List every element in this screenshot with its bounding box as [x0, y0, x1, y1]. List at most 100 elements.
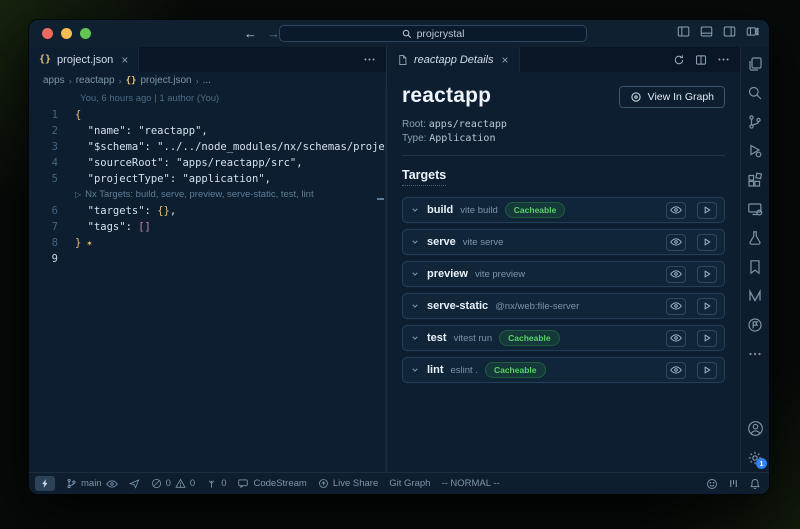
breadcrumb-item[interactable]: apps [43, 75, 65, 86]
breadcrumb-item[interactable]: ... [203, 75, 211, 86]
minimize-window-button[interactable] [61, 28, 72, 39]
target-row[interactable]: serve vite serve [402, 229, 725, 255]
target-row[interactable]: build vite build Cacheable [402, 197, 725, 223]
back-icon[interactable]: ← [244, 26, 257, 41]
maximize-window-button[interactable] [80, 28, 91, 39]
git-graph-label: Git Graph [389, 478, 430, 489]
codelens-text[interactable]: Nx Targets: build, serve, preview, serve… [85, 189, 313, 200]
accounts-icon[interactable] [747, 420, 764, 437]
code-line[interactable]: 2 "name": "reactapp", [29, 123, 385, 139]
run-codelens-icon[interactable]: ▷ [75, 190, 81, 199]
eye-icon [670, 205, 682, 215]
branch-icon [66, 478, 77, 489]
code-line[interactable]: 6 "targets": {}, [29, 203, 385, 219]
code-editor[interactable]: You, 6 hours ago | 1 author (You)1{2 "na… [29, 89, 386, 472]
source-control-icon[interactable] [747, 114, 763, 130]
remote-indicator[interactable] [35, 476, 55, 491]
show-config-button[interactable] [666, 298, 686, 315]
publish-status[interactable] [129, 478, 140, 489]
show-config-button[interactable] [666, 202, 686, 219]
code-line[interactable]: 3 "$schema": "../../node_modules/nx/sche… [29, 139, 385, 155]
run-target-button[interactable] [697, 266, 717, 283]
code-token: "sourceRoot": "apps/reactapp/src", [75, 157, 303, 169]
todo-tree-status[interactable]: 0 [206, 478, 226, 489]
tab-project-json[interactable]: {} project.json × [29, 47, 139, 72]
line-number: 1 [29, 107, 75, 123]
code-line[interactable]: 9 [29, 251, 385, 267]
toggle-secondary-sidebar-icon[interactable] [723, 25, 736, 38]
run-debug-icon[interactable] [747, 143, 763, 159]
refresh-icon[interactable] [673, 54, 685, 66]
close-icon[interactable]: × [121, 53, 128, 67]
customize-layout-icon[interactable] [746, 25, 759, 38]
problems-status[interactable]: 0 0 [151, 478, 196, 489]
more-actions-icon[interactable] [363, 53, 376, 66]
target-row[interactable]: preview vite preview [402, 261, 725, 287]
more-actions-icon[interactable] [717, 53, 730, 66]
codestream-status[interactable]: CodeStream [237, 478, 306, 489]
test-flask-icon[interactable] [747, 230, 763, 246]
run-target-button[interactable] [697, 202, 717, 219]
search-text: projcrystal [417, 28, 465, 40]
close-window-button[interactable] [42, 28, 53, 39]
view-in-graph-button[interactable]: View In Graph [619, 86, 725, 108]
show-config-button[interactable] [666, 266, 686, 283]
target-row[interactable]: serve-static @nx/web:file-server [402, 293, 725, 319]
git-graph-status[interactable]: Git Graph [389, 478, 430, 489]
target-row[interactable]: lint eslint . Cacheable [402, 357, 725, 383]
tab-reactapp-details[interactable]: reactapp Details × [387, 47, 520, 72]
breadcrumb-item[interactable]: project.json [140, 75, 191, 86]
chevron-down-icon[interactable] [410, 301, 420, 311]
target-name: lint [427, 364, 444, 376]
live-share-status[interactable]: Live Share [318, 478, 378, 489]
code-token: "$schema": "../../node_modules/nx/schema… [75, 141, 385, 153]
code-line[interactable]: 8} ✶ [29, 235, 385, 251]
git-branch-status[interactable]: main [66, 478, 118, 489]
code-line[interactable]: ▷ Nx Targets: build, serve, preview, serv… [29, 187, 385, 203]
split-editor-icon[interactable] [695, 54, 707, 66]
overview-ruler-mark [377, 198, 384, 200]
run-target-button[interactable] [697, 298, 717, 315]
remote-explorer-icon[interactable] [747, 201, 763, 217]
feedback-smiley-icon[interactable] [706, 478, 718, 490]
explorer-icon[interactable] [747, 56, 763, 72]
flag-circle-icon[interactable] [747, 317, 763, 333]
eye-icon [670, 269, 682, 279]
run-target-button[interactable] [697, 234, 717, 251]
chevron-down-icon[interactable] [410, 365, 420, 375]
code-line[interactable]: You, 6 hours ago | 1 author (You) [29, 91, 385, 107]
code-line[interactable]: 7 "tags": [] [29, 219, 385, 235]
toggle-panel-icon[interactable] [700, 25, 713, 38]
code-line[interactable]: 5 "projectType": "application", [29, 171, 385, 187]
tab-label: reactapp Details [414, 54, 494, 66]
target-row[interactable]: test vitest run Cacheable [402, 325, 725, 351]
show-config-button[interactable] [666, 362, 686, 379]
toggle-sidebar-icon[interactable] [677, 25, 690, 38]
line-content [75, 251, 385, 267]
show-config-button[interactable] [666, 234, 686, 251]
code-line[interactable]: 1{ [29, 107, 385, 123]
root-value: apps/reactapp [429, 119, 507, 130]
chevron-down-icon[interactable] [410, 237, 420, 247]
run-target-button[interactable] [697, 362, 717, 379]
line-number: 8 [29, 235, 75, 251]
vim-mode-status[interactable]: -- NORMAL -- [441, 478, 499, 489]
breadcrumb-item[interactable]: reactapp [76, 75, 115, 86]
bookmark-icon[interactable] [747, 259, 763, 275]
nx-console-icon[interactable] [747, 288, 763, 304]
prettier-bars-icon[interactable] [728, 478, 739, 489]
more-views-icon[interactable] [747, 346, 763, 362]
bell-icon[interactable] [749, 478, 761, 490]
chevron-down-icon[interactable] [410, 269, 420, 279]
editor-actions-right [663, 47, 740, 72]
command-center-search[interactable]: projcrystal [279, 25, 587, 42]
settings-gear-icon[interactable]: 1 [747, 450, 763, 466]
show-config-button[interactable] [666, 330, 686, 347]
code-line[interactable]: 4 "sourceRoot": "apps/reactapp/src", [29, 155, 385, 171]
close-icon[interactable]: × [502, 53, 509, 67]
run-target-button[interactable] [697, 330, 717, 347]
extensions-icon[interactable] [747, 172, 763, 188]
chevron-down-icon[interactable] [410, 205, 420, 215]
chevron-down-icon[interactable] [410, 333, 420, 343]
search-icon[interactable] [747, 85, 763, 101]
